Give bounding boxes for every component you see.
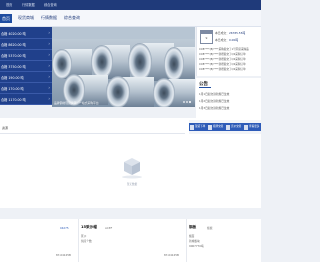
card-line: 新城板块 [189,239,200,243]
sidebar-item-label: 合格 190.00 吨 [1,76,24,80]
notice-item[interactable]: 1月2日起交割新规已生效 [199,99,229,103]
news-item[interactable]: CCB****(B)****新增提交了Q2采购订单 [199,67,246,71]
sidebar-item-label: 合格 8620.00 吨 [1,43,26,47]
card-line: 9067770吨 [189,244,204,248]
more-icon [244,124,248,130]
product-card[interactable]: 04275 87-04125B [0,219,79,262]
card-code: 87-04125B [56,253,71,257]
section-divider [0,133,185,134]
action-listing-button[interactable]: 挂牌交易 [207,123,225,131]
card-title: 钢板 [189,225,197,229]
sidebar-item[interactable]: 合格 1170.00 吨 › [0,93,52,105]
card-code: 87-04125B [164,253,179,257]
chevron-right-icon: › [48,30,50,35]
sidebar-item-label: 合格 4020.00 吨 [1,32,26,36]
action-bidding-button[interactable]: 竞价交易 [225,123,243,131]
card-title: 15采沙帽 [81,225,97,229]
sidebar-item-label: 合格 1170.00 吨 [1,98,26,102]
news-item[interactable]: CCB****(B)****采购提交了1号同意采购品 [199,47,249,51]
category-sidebar: 合格 4020.00 吨 › 合格 8620.00 吨 › 合格 5370.00 吨… [0,27,52,105]
news-item[interactable]: CCB****(B)****新增提交了Q2采购订单 [199,52,246,56]
card-line: 区沙 [81,234,87,238]
empty-state: 暂无数据 [112,150,152,190]
quick-actions: 现货下单 挂牌交易 竞价交易 查看更多 [189,120,261,134]
chevron-right-icon: › [48,74,50,79]
empty-box-icon [122,158,142,179]
card-subtitle: 板板 [207,226,213,230]
nav-item-market-data[interactable]: 行情数据 [41,15,57,22]
notice-title-underline [199,87,211,88]
gavel-icon [226,124,230,130]
hero-banner[interactable]: 品牌钢材现货资源 · 一站式采购平台 [52,27,195,107]
action-spot-order-button[interactable]: 现货下单 [189,123,207,131]
nav-item-query[interactable]: 综合查询 [64,15,80,22]
calendar-icon: 9 [200,30,213,44]
topbar-link-query[interactable]: 综合查询 [44,2,57,7]
empty-text: 暂无数据 [126,183,138,186]
nav-item-home[interactable]: 首页 [0,14,12,23]
stat-line-1: 本日成交：26785.55吨 [215,31,246,35]
chevron-right-icon: › [48,96,50,101]
tag-icon [208,124,212,130]
notice-item[interactable]: 1月1日起交割新规已生效 [199,92,229,96]
section-title: 资源 [2,126,9,130]
steel-coils-image [52,27,195,107]
sidebar-item-label: 合格 170.00 吨 [1,87,24,91]
card-price: 04275 [60,226,69,230]
product-card[interactable]: 钢板 板板 板面 新城板块 9067770吨 [187,219,261,262]
chevron-right-icon: › [48,52,50,57]
sidebar-item-label: 合格 5370.00 吨 [1,54,26,58]
news-item[interactable]: CCB****(B)****新增提交了Q2采购订单 [199,57,246,61]
product-cards: 04275 87-04125B 15采沙帽 ACEF 区沙 供应个数 87-04… [0,219,261,262]
chevron-right-icon: › [48,85,50,90]
main-nav: 首页 现货商城 行情数据 综合查询 [0,10,261,27]
calendar-day: 9 [205,36,208,40]
product-card[interactable]: 15采沙帽 ACEF 区沙 供应个数 87-04125B [79,219,187,262]
topbar-link-home[interactable]: 首页 [6,2,12,7]
resource-section: 资源 现货下单 挂牌交易 竞价交易 查看更多 暂无数据 [0,118,261,208]
cart-icon [190,124,194,130]
chevron-right-icon: › [48,63,50,68]
action-more-button[interactable]: 查看更多 [243,123,261,131]
card-subtitle: ACEF [105,226,113,230]
topbar-link-market[interactable]: 行情数据 [22,2,35,7]
notice-panel: 公告 1月1日起交割新规已生效 1月2日起交割新规已生效 1月3日起交割新规已生… [196,78,261,118]
trade-stats-panel: 9 本日成交：26785.55吨 本日成交：0.00吨 CCB****(B)**… [196,27,261,76]
card-line: 板面 [189,234,195,238]
top-header-bar: 首页 行情数据 综合查询 [0,0,261,10]
card-line: 供应个数 [81,239,92,243]
stat-line-2: 本日成交：0.00吨 [215,38,239,42]
notice-item[interactable]: 1月3日起交割新规已生效 [199,106,229,110]
carousel-dots[interactable] [182,100,191,104]
chevron-right-icon: › [48,41,50,46]
sidebar-item-label: 合格 3750.00 吨 [1,65,26,69]
nav-item-spot-mall[interactable]: 现货商城 [18,15,34,22]
news-item[interactable]: CCB****(B)****新增提交了Q2采购订单 [199,62,246,66]
banner-caption: 品牌钢材现货资源 · 一站式采购平台 [54,101,99,105]
